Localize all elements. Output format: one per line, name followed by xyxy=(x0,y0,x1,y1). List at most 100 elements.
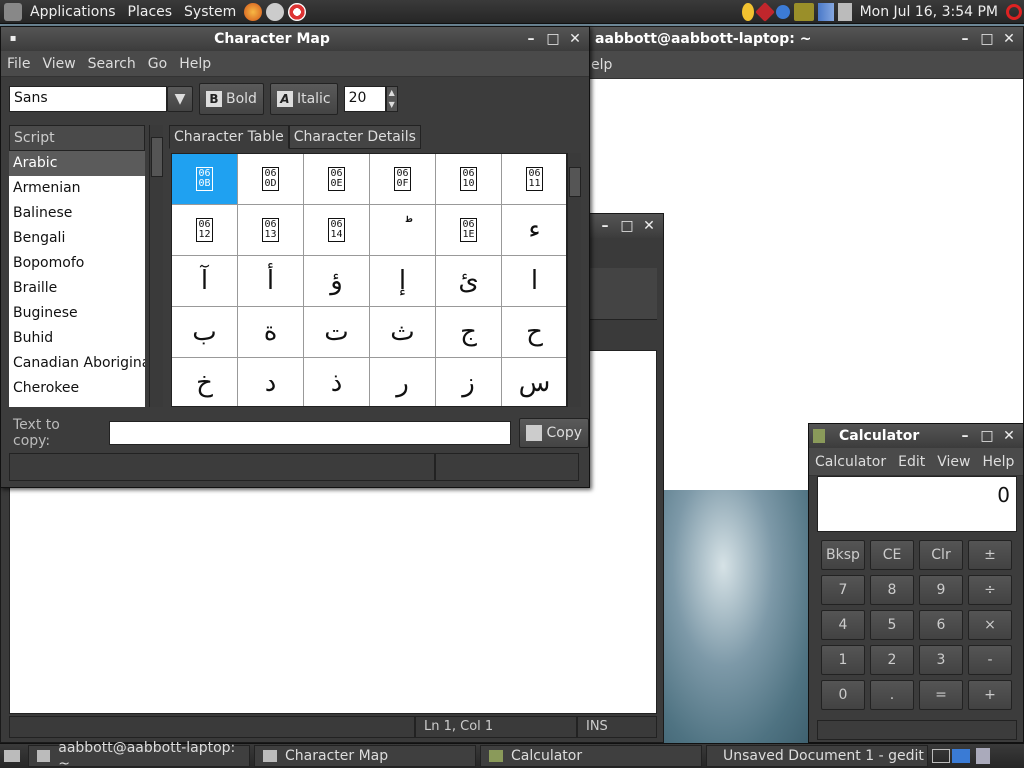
character-cell[interactable]: س xyxy=(502,358,566,406)
character-scrollbar[interactable] xyxy=(567,153,581,407)
tab-character-table[interactable]: Character Table xyxy=(169,125,289,149)
character-cell[interactable]: 06 14 xyxy=(304,205,370,256)
copy-button[interactable]: Copy xyxy=(519,418,589,448)
calc-key[interactable]: 0 xyxy=(821,680,865,710)
close-icon[interactable]: ✕ xyxy=(567,31,583,47)
character-cell[interactable]: آ xyxy=(172,256,238,307)
character-cell[interactable]: ء xyxy=(502,205,566,256)
calc-key[interactable]: Bksp xyxy=(821,540,865,570)
calculator-titlebar[interactable]: Calculator – □ ✕ xyxy=(809,424,1023,448)
calc-key[interactable]: ÷ xyxy=(968,575,1012,605)
calc-key[interactable]: . xyxy=(870,680,914,710)
character-cell[interactable]: ئ xyxy=(436,256,502,307)
script-scrollbar[interactable] xyxy=(149,125,163,407)
character-cell[interactable]: 06 12 xyxy=(172,205,238,256)
script-item[interactable]: Bopomofo xyxy=(9,251,145,276)
script-item[interactable]: Buginese xyxy=(9,301,145,326)
help-icon[interactable] xyxy=(288,2,307,21)
character-cell[interactable]: د xyxy=(238,358,304,406)
character-cell[interactable]: ت xyxy=(304,307,370,358)
script-item[interactable]: Canadian Aboriginal xyxy=(9,351,145,376)
calc-key[interactable]: 2 xyxy=(870,645,914,675)
charmap-titlebar[interactable]: ▪ Character Map – □ ✕ xyxy=(1,27,589,51)
task-terminal[interactable]: aabbott@aabbott-laptop: ~ xyxy=(28,740,250,768)
close-icon[interactable]: ✕ xyxy=(1001,31,1017,47)
update-icon[interactable] xyxy=(775,4,790,19)
task-charmap[interactable]: Character Map xyxy=(254,745,476,767)
maximize-icon[interactable]: □ xyxy=(979,428,995,444)
script-item[interactable]: Braille xyxy=(9,276,145,301)
calc-key[interactable]: 9 xyxy=(919,575,963,605)
menu-file[interactable]: File xyxy=(1,56,36,72)
close-icon[interactable]: ✕ xyxy=(1001,428,1017,444)
tab-character-details[interactable]: Character Details xyxy=(288,125,421,149)
menu-go[interactable]: Go xyxy=(142,56,173,72)
calc-key[interactable]: 7 xyxy=(821,575,865,605)
menu-help[interactable]: Help xyxy=(173,56,217,72)
character-cell[interactable]: ح xyxy=(502,307,566,358)
character-cell[interactable]: أ xyxy=(238,256,304,307)
calc-key[interactable]: × xyxy=(968,610,1012,640)
calc-key[interactable]: 1 xyxy=(821,645,865,675)
firefox-icon[interactable] xyxy=(244,2,263,21)
italic-button[interactable]: A Italic xyxy=(269,83,338,115)
script-item[interactable]: Armenian xyxy=(9,176,145,201)
character-cell[interactable]: ز xyxy=(436,358,502,406)
maximize-icon[interactable]: □ xyxy=(979,31,995,47)
mail-icon[interactable] xyxy=(266,2,285,21)
script-column-header[interactable]: Script xyxy=(9,125,145,151)
user-icon[interactable] xyxy=(741,2,754,21)
character-cell[interactable]: 06 0E xyxy=(304,154,370,205)
clock[interactable]: Mon Jul 16, 3:54 PM xyxy=(854,4,1004,20)
minimize-icon[interactable]: – xyxy=(957,31,973,47)
character-cell[interactable]: 06 11 xyxy=(502,154,566,205)
calc-key[interactable]: = xyxy=(919,680,963,710)
show-desktop-icon[interactable] xyxy=(4,750,20,762)
character-cell[interactable]: ؕ xyxy=(370,205,436,256)
character-cell[interactable]: ؤ xyxy=(304,256,370,307)
character-cell[interactable]: 06 10 xyxy=(436,154,502,205)
minimize-icon[interactable]: – xyxy=(597,218,613,234)
calc-key[interactable]: + xyxy=(968,680,1012,710)
character-cell[interactable]: ب xyxy=(172,307,238,358)
places-menu[interactable]: Places xyxy=(122,4,179,20)
network-icon[interactable] xyxy=(817,2,834,21)
character-cell[interactable]: ث xyxy=(370,307,436,358)
calc-key[interactable]: CE xyxy=(870,540,914,570)
calc-key[interactable]: ± xyxy=(968,540,1012,570)
ubuntu-logo-icon[interactable] xyxy=(4,2,22,21)
calc-key[interactable]: 8 xyxy=(870,575,914,605)
script-item[interactable]: Buhid xyxy=(9,326,145,351)
character-cell[interactable]: 06 1E xyxy=(436,205,502,256)
applications-menu[interactable]: Applications xyxy=(24,4,122,20)
calc-key[interactable]: Clr xyxy=(919,540,963,570)
terminal-titlebar[interactable]: aabbott@aabbott-laptop: ~ – □ ✕ xyxy=(561,27,1023,51)
menu-view[interactable]: View xyxy=(931,454,976,470)
volume-icon[interactable] xyxy=(837,2,852,21)
character-cell[interactable]: 06 0F xyxy=(370,154,436,205)
script-item[interactable]: Balinese xyxy=(9,201,145,226)
menu-calculator[interactable]: Calculator xyxy=(809,454,892,470)
character-cell[interactable]: خ xyxy=(172,358,238,406)
spinner-arrows-icon[interactable]: ▲ ▼ xyxy=(385,86,398,112)
scroll-thumb[interactable] xyxy=(151,137,163,177)
maximize-icon[interactable]: □ xyxy=(619,218,635,234)
character-cell[interactable]: ا xyxy=(502,256,566,307)
calc-key[interactable]: 6 xyxy=(919,610,963,640)
character-cell[interactable]: 06 0B xyxy=(172,154,238,205)
window-menu-icon[interactable]: ▪ xyxy=(5,31,21,47)
character-cell[interactable]: 06 13 xyxy=(238,205,304,256)
text-to-copy-input[interactable] xyxy=(109,421,512,445)
character-cell[interactable]: 06 0D xyxy=(238,154,304,205)
scroll-thumb[interactable] xyxy=(569,167,581,197)
menu-search[interactable]: Search xyxy=(82,56,142,72)
trash-icon[interactable] xyxy=(976,748,990,764)
calc-key[interactable]: - xyxy=(968,645,1012,675)
chevron-down-icon[interactable]: ▼ xyxy=(167,86,193,112)
maximize-icon[interactable]: □ xyxy=(545,31,561,47)
font-size-spinner[interactable]: 20 xyxy=(343,86,386,112)
calc-key[interactable]: 4 xyxy=(821,610,865,640)
script-item[interactable]: Cherokee xyxy=(9,376,145,401)
character-cell[interactable]: إ xyxy=(370,256,436,307)
menu-edit[interactable]: Edit xyxy=(892,454,931,470)
